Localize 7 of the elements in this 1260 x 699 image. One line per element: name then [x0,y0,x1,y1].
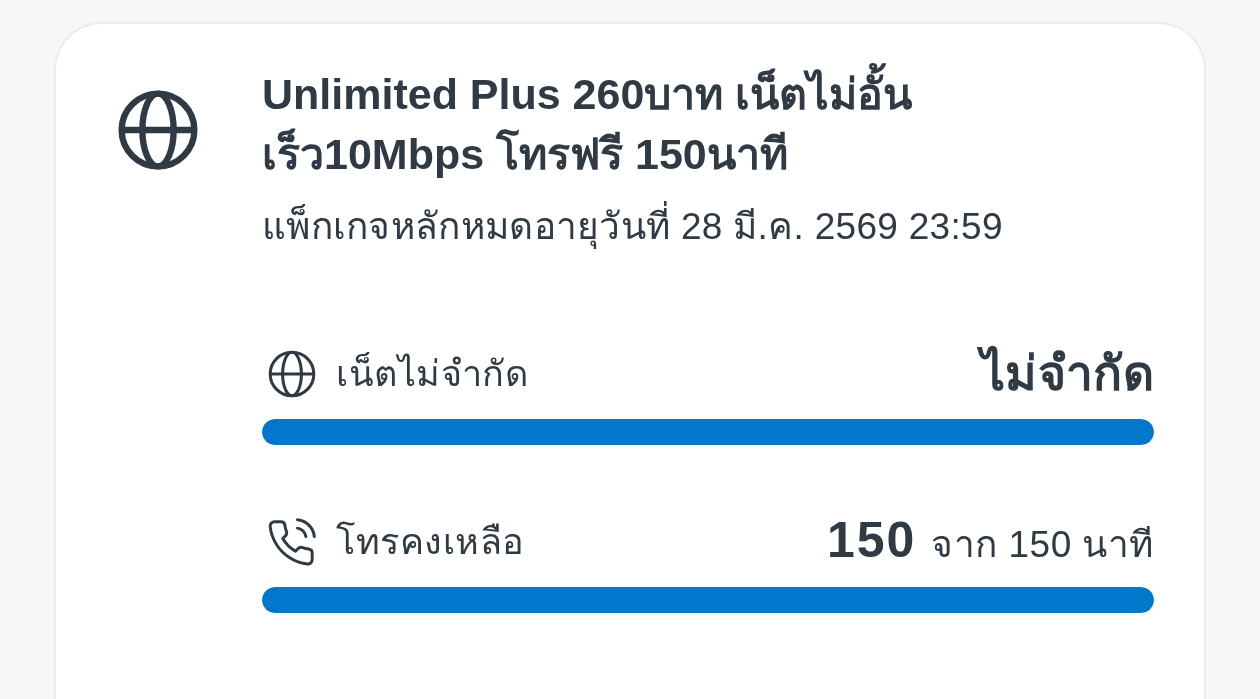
phone-icon [268,518,316,566]
globe-icon [268,350,316,398]
usage-label: เน็ตไม่จำกัด [336,351,528,396]
usage-amount: 150 จาก 150 นาที [827,514,1154,570]
package-title: Unlimited Plus 260บาท เน็ตไม่อั้น เร็ว10Mbps โทรฟรี 150นาที [262,64,1002,184]
usage-label: โทรคงเหลือ [336,520,525,564]
globe-icon [118,90,198,170]
